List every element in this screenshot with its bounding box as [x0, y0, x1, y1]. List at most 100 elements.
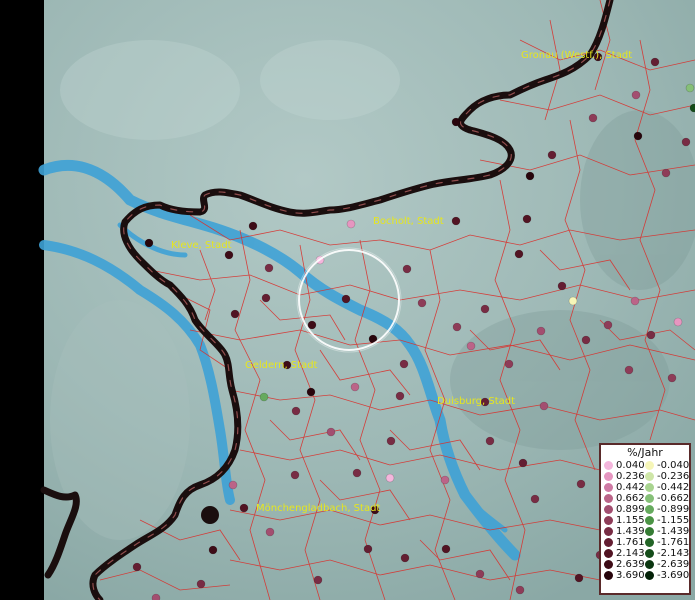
legend-value: 0.442 — [616, 482, 645, 493]
station-dot[interactable] — [417, 298, 427, 308]
city-label-gronau: Gronau (Westf.), Stadt — [521, 50, 632, 61]
station-dot[interactable] — [440, 475, 450, 485]
station-dot[interactable] — [539, 401, 549, 411]
station-dot[interactable] — [685, 83, 695, 93]
station-dot[interactable] — [530, 494, 540, 504]
station-dot[interactable] — [673, 317, 683, 327]
legend-value: 2.143 — [616, 548, 645, 559]
station-dot[interactable] — [581, 335, 591, 345]
station-dot[interactable] — [650, 57, 660, 67]
station-dot[interactable] — [208, 545, 218, 555]
station-dot[interactable] — [661, 168, 671, 178]
legend-value: 1.155 — [616, 515, 645, 526]
station-dot[interactable] — [522, 214, 532, 224]
station-dot[interactable] — [536, 326, 546, 336]
station-dot[interactable] — [518, 458, 528, 468]
legend-row: -1.761 — [645, 537, 689, 548]
station-dot[interactable] — [291, 406, 301, 416]
legend-value: 0.040 — [616, 460, 645, 471]
city-label-kleve: Kleve, Stadt — [171, 240, 232, 251]
legend-row: -1.439 — [645, 526, 689, 537]
legend-swatch-icon — [645, 472, 654, 481]
legend-value: 3.690 — [616, 570, 645, 581]
station-dot[interactable] — [307, 320, 317, 330]
map-canvas[interactable]: Gronau (Westf.), Stadt Bocholt, Stadt Kl… — [0, 0, 695, 600]
station-dot[interactable] — [259, 392, 269, 402]
station-dot[interactable] — [631, 90, 641, 100]
legend-value: 2.639 — [616, 559, 645, 570]
station-dot[interactable] — [346, 219, 356, 229]
station-dot[interactable] — [290, 470, 300, 480]
station-dot[interactable] — [451, 117, 461, 127]
station-dot[interactable] — [630, 296, 640, 306]
station-dot[interactable] — [667, 373, 677, 383]
station-dot[interactable] — [451, 216, 461, 226]
station-dot[interactable] — [132, 562, 142, 572]
station-dot[interactable] — [603, 320, 613, 330]
station-dot[interactable] — [230, 309, 240, 319]
station-dot[interactable] — [475, 569, 485, 579]
station-dot[interactable] — [689, 103, 695, 113]
station-dot[interactable] — [363, 544, 373, 554]
station-dot[interactable] — [574, 573, 584, 583]
legend-panel: %/Jahr 0.040 0.236 0.442 0.662 0.899 1.155 1.4… — [599, 443, 691, 595]
station-dot[interactable] — [326, 427, 336, 437]
station-dot[interactable] — [557, 281, 567, 291]
station-dot[interactable] — [248, 221, 258, 231]
station-dot[interactable] — [313, 575, 323, 585]
station-dot[interactable] — [306, 387, 316, 397]
station-dot[interactable] — [402, 264, 412, 274]
station-dot[interactable] — [350, 382, 360, 392]
legend-swatch-icon — [604, 472, 613, 481]
station-dot[interactable] — [514, 249, 524, 259]
station-dot[interactable] — [624, 365, 634, 375]
station-dot[interactable] — [525, 171, 535, 181]
legend-swatch-icon — [645, 571, 654, 580]
station-dot[interactable] — [400, 553, 410, 563]
station-dot[interactable] — [341, 294, 351, 304]
station-dot[interactable] — [261, 293, 271, 303]
legend-value: -3.690 — [657, 570, 690, 581]
station-dot[interactable] — [395, 391, 405, 401]
legend-value: 1.439 — [616, 526, 645, 537]
station-dot[interactable] — [646, 330, 656, 340]
station-dot[interactable] — [681, 137, 691, 147]
station-dot[interactable] — [386, 436, 396, 446]
legend-row: -3.690 — [645, 570, 689, 581]
legend-swatch-icon — [604, 505, 613, 514]
station-dot[interactable] — [480, 304, 490, 314]
station-dot[interactable] — [265, 527, 275, 537]
station-dot[interactable] — [515, 585, 525, 595]
legend-row: -2.143 — [645, 548, 689, 559]
station-dot[interactable] — [576, 479, 586, 489]
station-dot[interactable] — [441, 544, 451, 554]
left-margin — [0, 0, 44, 600]
legend-value: -2.143 — [657, 548, 690, 559]
station-dot[interactable] — [466, 341, 476, 351]
station-dot[interactable] — [385, 473, 395, 483]
station-dot[interactable] — [144, 238, 154, 248]
station-dot[interactable] — [452, 322, 462, 332]
station-dot[interactable] — [228, 480, 238, 490]
legend-swatch-icon — [645, 527, 654, 536]
legend-row: 0.662 — [604, 493, 645, 504]
station-dot[interactable] — [264, 263, 274, 273]
legend-row: 2.639 — [604, 559, 645, 570]
station-dot[interactable] — [224, 250, 234, 260]
station-dot[interactable] — [352, 468, 362, 478]
station-dot[interactable] — [196, 579, 206, 589]
station-dot[interactable] — [504, 359, 514, 369]
station-dot[interactable] — [633, 131, 643, 141]
station-dot[interactable] — [568, 296, 578, 306]
station-dot[interactable] — [239, 503, 249, 513]
station-dot[interactable] — [485, 436, 495, 446]
station-dot[interactable] — [399, 359, 409, 369]
legend-row: 0.442 — [604, 482, 645, 493]
legend-value: -0.442 — [657, 482, 690, 493]
legend-row: 0.899 — [604, 504, 645, 515]
legend-negative-column: -0.040 -0.236 -0.442 -0.662 -0.899 -1.155 -1.4… — [645, 460, 689, 581]
station-dot[interactable] — [547, 150, 557, 160]
station-dot[interactable] — [151, 593, 161, 600]
legend-row: -0.899 — [645, 504, 689, 515]
station-dot[interactable] — [588, 113, 598, 123]
